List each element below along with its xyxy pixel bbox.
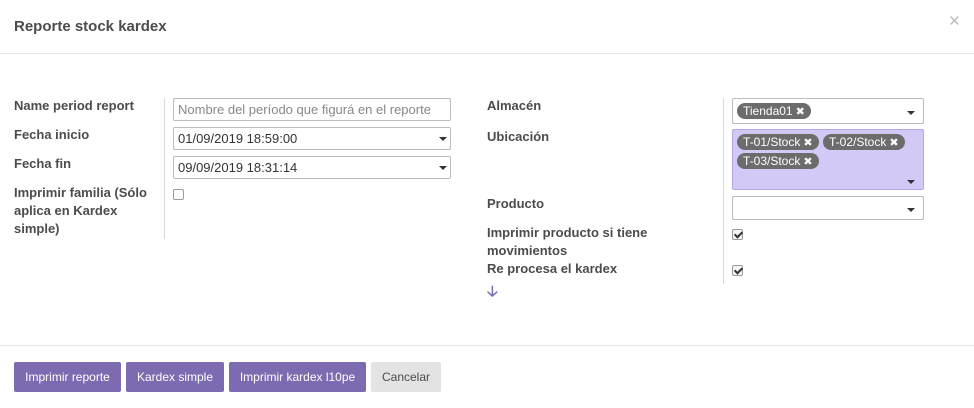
- tag-label: T-03/Stock: [743, 154, 801, 168]
- imprimir-familia-label-line2: aplica en Kardex: [14, 203, 118, 218]
- fecha-fin-field[interactable]: 09/09/2019 18:31:14: [173, 156, 451, 179]
- modal-header: Reporte stock kardex ×: [0, 0, 974, 54]
- ubicacion-field[interactable]: T-01/Stock ✖ T-02/Stock ✖ T-03/Stock ✖: [732, 129, 924, 190]
- ubicacion-tag[interactable]: T-02/Stock ✖: [823, 134, 905, 150]
- right-column-divider: [723, 98, 724, 284]
- remove-tag-icon[interactable]: ✖: [889, 137, 898, 149]
- imprimir-producto-checkbox[interactable]: [732, 229, 743, 240]
- name-period-input[interactable]: Nombre del período que figurá en el repo…: [173, 98, 451, 121]
- chevron-down-icon: [439, 166, 447, 170]
- fecha-fin-label: Fecha fin: [14, 156, 72, 171]
- chevron-down-icon: [907, 208, 915, 212]
- kardex-simple-button[interactable]: Kardex simple: [126, 362, 224, 392]
- ubicacion-label: Ubicación: [487, 129, 550, 144]
- left-column-divider: [164, 98, 165, 239]
- fecha-inicio-value: 01/09/2019 18:59:00: [178, 131, 298, 146]
- remove-tag-icon[interactable]: ✖: [803, 156, 812, 168]
- remove-tag-icon[interactable]: ✖: [796, 106, 805, 118]
- chevron-down-icon: [907, 111, 915, 115]
- almacen-tag[interactable]: Tienda01 ✖: [737, 103, 811, 119]
- producto-field[interactable]: [732, 196, 924, 220]
- cancel-button[interactable]: Cancelar: [371, 362, 441, 392]
- ubicacion-tag[interactable]: T-01/Stock ✖: [737, 134, 819, 150]
- fecha-inicio-field[interactable]: 01/09/2019 18:59:00: [173, 127, 451, 150]
- reprocesa-label: Re procesa el kardex: [487, 261, 618, 276]
- modal-title: Reporte stock kardex: [14, 18, 167, 35]
- arrow-down-icon[interactable]: 🡣: [487, 284, 498, 299]
- imprimir-kardex-l10pe-button[interactable]: Imprimir kardex l10pe: [229, 362, 366, 392]
- tag-label: Tienda01: [743, 104, 793, 118]
- imprimir-familia-label-line3: simple): [14, 221, 60, 236]
- imprimir-familia-label-line1: Imprimir familia (Sólo: [14, 185, 147, 200]
- chevron-down-icon: [439, 137, 447, 141]
- reprocesa-checkbox[interactable]: [732, 265, 743, 276]
- close-icon[interactable]: ×: [949, 12, 960, 32]
- fecha-inicio-label: Fecha inicio: [14, 127, 90, 142]
- imprimir-reporte-button[interactable]: Imprimir reporte: [14, 362, 121, 392]
- chevron-down-icon: [907, 180, 915, 184]
- almacen-label: Almacén: [487, 98, 542, 113]
- almacen-field[interactable]: Tienda01 ✖: [732, 98, 924, 124]
- tag-label: T-02/Stock: [829, 135, 887, 149]
- imprimir-producto-label: Imprimir producto si tiene movimientos: [487, 224, 647, 260]
- imprimir-familia-checkbox[interactable]: [173, 189, 184, 200]
- imprimir-familia-label: Imprimir familia (Sólo aplica en Kardex …: [14, 184, 147, 238]
- producto-label: Producto: [487, 196, 545, 211]
- remove-tag-icon[interactable]: ✖: [803, 137, 812, 149]
- fecha-fin-value: 09/09/2019 18:31:14: [178, 160, 298, 175]
- imprimir-producto-label-line2: movimientos: [487, 243, 568, 258]
- ubicacion-tag[interactable]: T-03/Stock ✖: [737, 153, 819, 169]
- imprimir-producto-label-line1: Imprimir producto si tiene: [487, 225, 648, 240]
- tag-label: T-01/Stock: [743, 135, 801, 149]
- footer-divider: [0, 345, 974, 346]
- name-period-label: Name period report: [14, 98, 134, 113]
